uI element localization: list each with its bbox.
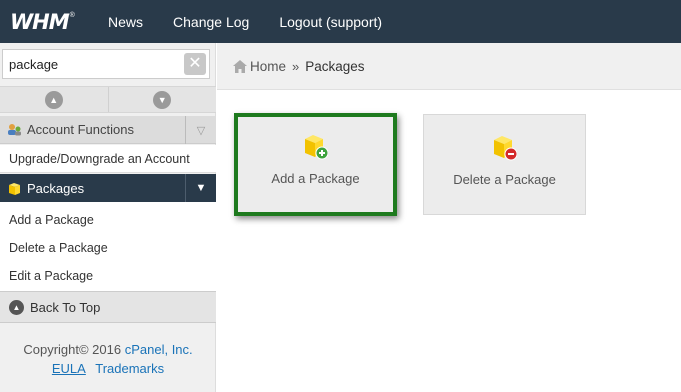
- company-link[interactable]: cPanel, Inc.: [125, 342, 193, 357]
- category-packages[interactable]: Packages ▼: [0, 174, 216, 202]
- tile-label: Delete a Package: [453, 172, 556, 187]
- eula-link[interactable]: EULA: [52, 361, 86, 376]
- sidebar-item-add-package[interactable]: Add a Package: [0, 206, 216, 234]
- breadcrumb-current: Packages: [305, 58, 365, 74]
- copyright-text: Copyright© 2016: [23, 342, 122, 357]
- chevron-down-icon[interactable]: ▽: [185, 116, 216, 144]
- category-label: Packages: [27, 180, 85, 196]
- logo-trademark: ®: [69, 12, 75, 19]
- top-bar: WHM ® News Change Log Logout (support): [0, 0, 681, 43]
- logo-text: WHM: [10, 9, 70, 34]
- back-to-top-label: Back To Top: [30, 299, 101, 315]
- arrow-up-icon: ▲: [9, 299, 24, 315]
- top-nav: News Change Log Logout (support): [108, 14, 412, 30]
- nav-logout[interactable]: Logout (support): [279, 14, 382, 30]
- collapse-controls: ▲ ▼: [0, 86, 216, 113]
- search-input[interactable]: [3, 50, 181, 78]
- back-to-top-button[interactable]: ▲ Back To Top: [0, 291, 216, 323]
- nav-news[interactable]: News: [108, 14, 143, 30]
- sidebar-footer: Copyright© 2016 cPanel, Inc. EULA Tradem…: [0, 340, 216, 378]
- breadcrumb-separator: »: [292, 58, 300, 74]
- trademarks-link[interactable]: Trademarks: [95, 361, 164, 376]
- chevron-down-icon[interactable]: ▼: [185, 174, 216, 202]
- clear-search-icon[interactable]: ✕: [184, 53, 206, 75]
- account-functions-icon: [8, 124, 21, 136]
- search-box: ✕: [2, 49, 210, 79]
- packages-icon: [9, 182, 20, 195]
- chevron-up-icon: ▲: [44, 90, 63, 109]
- home-icon[interactable]: [233, 59, 247, 73]
- sidebar-item-delete-package[interactable]: Delete a Package: [0, 234, 216, 262]
- package-add-icon: [304, 135, 328, 160]
- category-label: Account Functions: [27, 122, 134, 137]
- sidebar-item-edit-package[interactable]: Edit a Package: [0, 262, 216, 290]
- collapse-all-button[interactable]: ▲: [0, 87, 108, 112]
- nav-change-log[interactable]: Change Log: [173, 14, 249, 30]
- package-delete-icon: [493, 136, 517, 161]
- add-package-tile[interactable]: Add a Package: [234, 113, 397, 216]
- expand-all-button[interactable]: ▼: [107, 87, 217, 112]
- delete-package-tile[interactable]: Delete a Package: [423, 114, 586, 215]
- tile-label: Add a Package: [271, 171, 360, 186]
- breadcrumb-home[interactable]: Home: [250, 59, 286, 74]
- sidebar-item-upgrade-downgrade[interactable]: Upgrade/Downgrade an Account: [0, 145, 216, 173]
- category-account-functions[interactable]: Account Functions ▽: [0, 116, 216, 144]
- breadcrumb: Home » Packages: [217, 43, 681, 90]
- sidebar: ✕ ▲ ▼ Account Functions ▽ Upgrade/Downgr…: [0, 43, 216, 392]
- whm-logo[interactable]: WHM ®: [10, 9, 88, 34]
- chevron-down-icon: ▼: [153, 90, 172, 109]
